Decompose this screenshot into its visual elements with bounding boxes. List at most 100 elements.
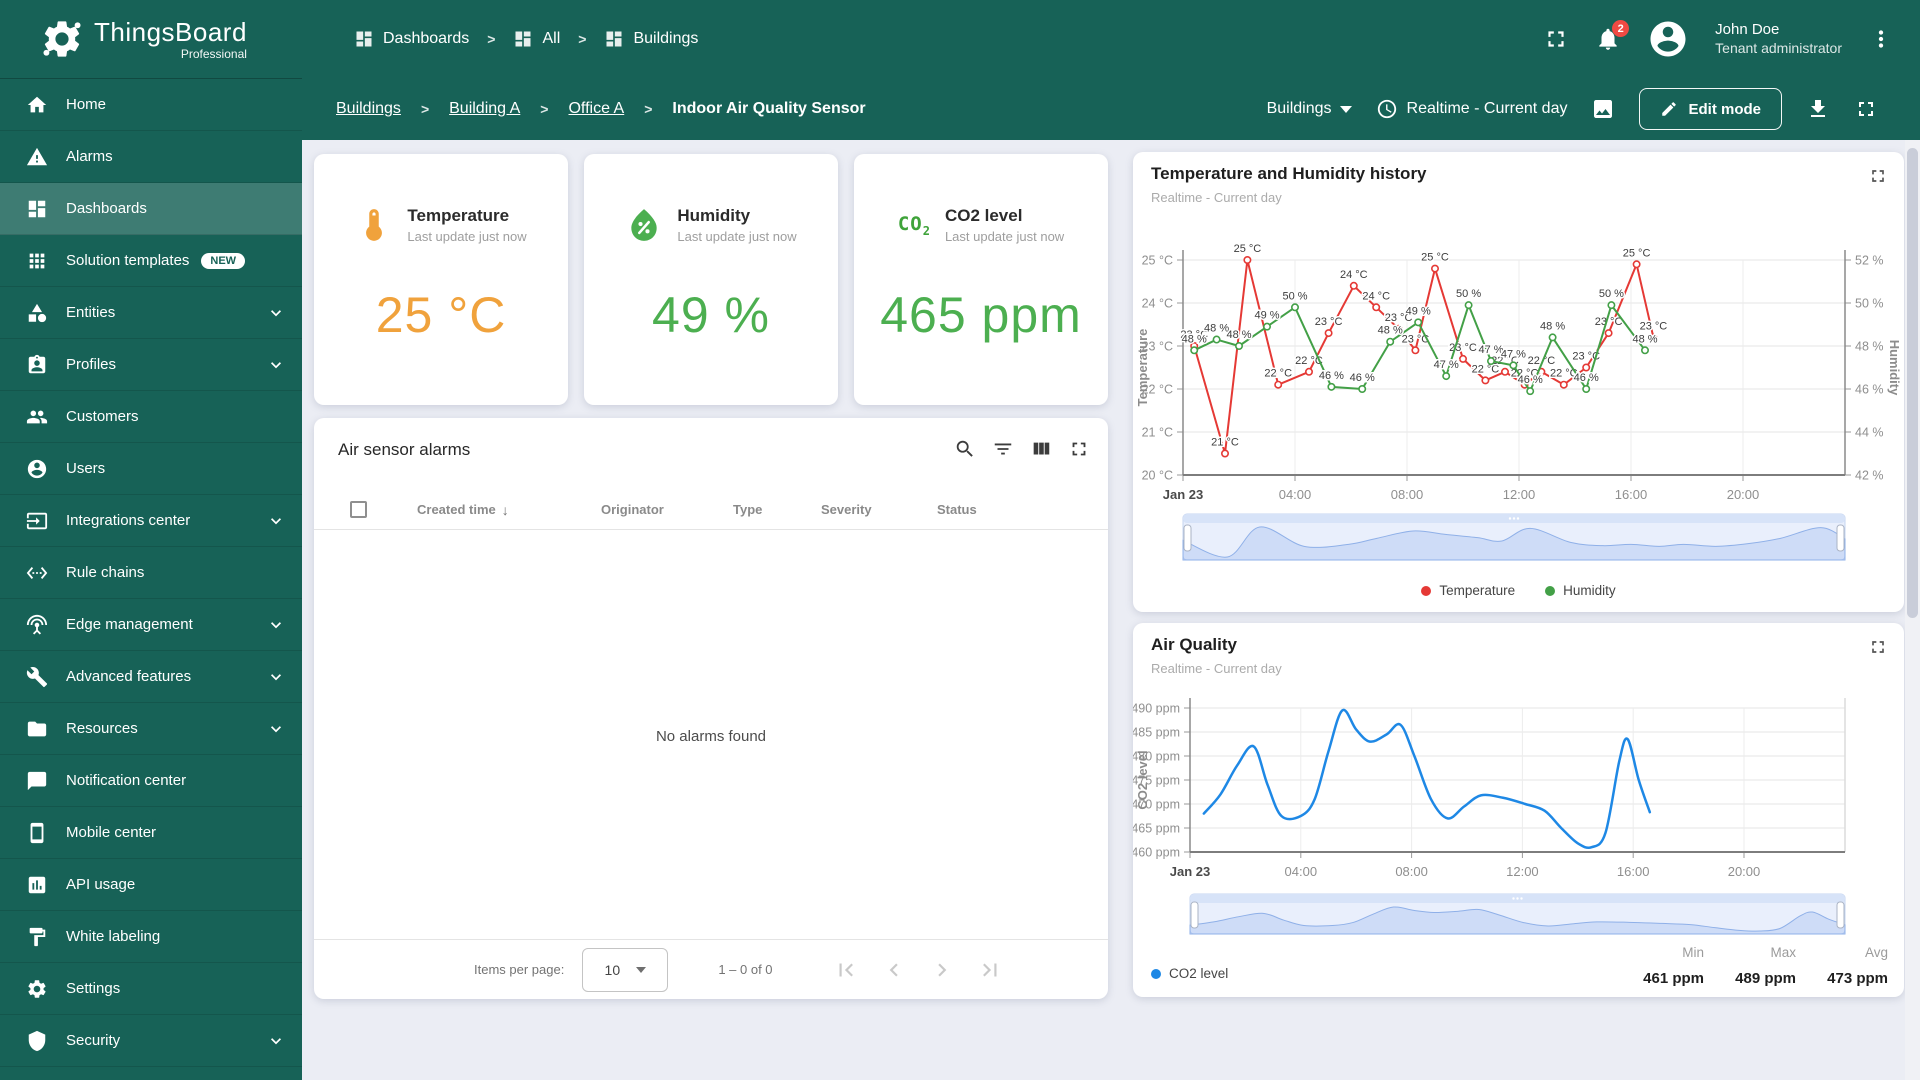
gear-icon <box>28 979 46 998</box>
co2-card[interactable]: CO2 CO2 level Last update just now 465 p… <box>854 154 1108 405</box>
badge-icon <box>28 354 46 373</box>
breadcrumb-separator: > <box>644 101 653 117</box>
dashboard-toolbar: Buildings > Building A > Office A > Indo… <box>302 78 1920 140</box>
clock-icon <box>1377 99 1396 119</box>
svg-text:46 %: 46 % <box>1319 370 1344 382</box>
timewindow-button[interactable]: Realtime - Current day <box>1376 98 1567 120</box>
notifications-bell-icon[interactable]: 2 <box>1595 20 1630 52</box>
column-created-time[interactable]: Created time ↓ <box>417 502 601 518</box>
air-sensor-alarms-widget: Air sensor alarms Created time ↓ Origina… <box>314 418 1108 999</box>
sidebar-item-resources[interactable]: Resources <box>0 703 302 755</box>
temperature-humidity-chart[interactable]: 25 °C 24 °C 23 °C 22 °C 21 °C 20 °C 52 % 50 % 48… <box>1133 152 1904 612</box>
svg-text:48 %: 48 % <box>1378 325 1403 337</box>
card-last-update: Last update just now <box>944 229 1065 244</box>
sidebar-item-label: Dashboards <box>66 200 147 217</box>
last-page-icon[interactable] <box>977 957 1003 983</box>
sidebar-item-home[interactable]: Home <box>0 79 302 131</box>
filter-icon[interactable] <box>992 438 1014 460</box>
svg-text:25 °C: 25 °C <box>1234 243 1262 255</box>
first-page-icon[interactable] <box>833 957 859 983</box>
dashboard-main: Temperature Last update just now 25 °C H… <box>302 140 1920 1080</box>
svg-text:48 %: 48 % <box>1855 340 1884 354</box>
co2-icon: CO2 <box>897 212 931 238</box>
sidebar-item-rule-chains[interactable]: Rule chains <box>0 547 302 599</box>
breadcrumb-link-office-a[interactable]: Office A <box>568 100 624 118</box>
download-icon[interactable] <box>1806 97 1830 121</box>
humidity-card[interactable]: Humidity Last update just now 49 % <box>584 154 838 405</box>
prev-page-icon[interactable] <box>881 957 907 983</box>
sidebar-item-alarms[interactable]: Alarms <box>0 131 302 183</box>
svg-text:25 °C: 25 °C <box>1421 252 1449 264</box>
columns-icon[interactable] <box>1030 438 1052 460</box>
temperature-humidity-chart-widget: Temperature and Humidity history Realtim… <box>1133 152 1904 612</box>
svg-text:25 °C: 25 °C <box>1623 247 1651 259</box>
new-badge: NEW <box>201 252 246 269</box>
sidebar-item-advanced-features[interactable]: Advanced features <box>0 651 302 703</box>
user-role: Tenant administrator <box>1715 40 1842 56</box>
column-type[interactable]: Type <box>733 502 821 517</box>
dashboard-image-icon[interactable] <box>1591 97 1615 121</box>
breadcrumb-buildings[interactable]: Buildings <box>604 29 698 49</box>
legend-item-co2[interactable]: CO2 level <box>1151 966 1228 981</box>
sidebar-item-users[interactable]: Users <box>0 443 302 495</box>
svg-text:23 °C: 23 °C <box>1315 316 1343 328</box>
items-per-page-select[interactable]: 10 <box>582 947 669 992</box>
sidebar-item-white-labeling[interactable]: White labeling <box>0 911 302 963</box>
pencil-icon <box>1662 102 1677 116</box>
user-avatar[interactable] <box>1647 18 1689 60</box>
scrollbar-thumb[interactable] <box>1907 148 1918 618</box>
sidebar-item-settings[interactable]: Settings <box>0 963 302 1015</box>
svg-text:48 %: 48 % <box>1632 333 1657 345</box>
sidebar-item-dashboards[interactable]: Dashboards <box>0 183 302 235</box>
edit-mode-button[interactable]: Edit mode <box>1639 88 1782 130</box>
sidebar-item-label: Mobile center <box>66 824 157 841</box>
sidebar-item-notification-center[interactable]: Notification center <box>0 755 302 807</box>
more-menu-icon[interactable] <box>1868 26 1894 52</box>
breadcrumb-link-building-a[interactable]: Building A <box>449 100 520 118</box>
svg-text:16:00: 16:00 <box>1617 864 1650 879</box>
sidebar-item-solution-templates[interactable]: Solution templates NEW <box>0 235 302 287</box>
co2-level-chart[interactable]: 490 ppm485 ppm480 ppm475 ppm470 ppm465 p… <box>1133 623 1904 997</box>
sidebar-item-label: White labeling <box>66 928 161 945</box>
page-scrollbar[interactable] <box>1905 140 1920 1080</box>
sidebar-item-edge-management[interactable]: Edge management <box>0 599 302 651</box>
thingsboard-app: ThingsBoard Professional Dashboards > Al… <box>0 0 1920 1080</box>
column-originator[interactable]: Originator <box>601 502 733 517</box>
svg-text:46 %: 46 % <box>1574 372 1599 384</box>
people-icon <box>26 410 48 423</box>
alarms-table-header: Created time ↓ Originator Type Severity … <box>314 490 1108 530</box>
sidebar-item-integrations-center[interactable]: Integrations center <box>0 495 302 547</box>
search-icon[interactable] <box>954 438 976 460</box>
legend-item-temperature[interactable]: Temperature <box>1421 583 1515 598</box>
svg-text:46 %: 46 % <box>1350 372 1375 384</box>
fullscreen-icon[interactable] <box>1854 97 1878 121</box>
phone-icon <box>30 822 44 843</box>
co2-value: 465 ppm <box>880 287 1082 343</box>
breadcrumb-link-buildings[interactable]: Buildings <box>336 100 401 118</box>
account-circle-icon <box>1650 21 1686 57</box>
shield-icon <box>28 1030 46 1051</box>
temperature-card[interactable]: Temperature Last update just now 25 °C <box>314 154 568 405</box>
breadcrumb-separator: > <box>487 31 496 47</box>
sidebar-item-customers[interactable]: Customers <box>0 391 302 443</box>
svg-text:12:00: 12:00 <box>1503 487 1536 502</box>
fullscreen-icon[interactable] <box>1543 26 1569 52</box>
fullscreen-icon[interactable] <box>1068 438 1090 460</box>
column-severity[interactable]: Severity <box>821 502 937 517</box>
select-all-checkbox[interactable] <box>350 501 367 518</box>
sidebar-item-entities[interactable]: Entities <box>0 287 302 339</box>
column-status[interactable]: Status <box>937 502 1027 517</box>
dashboard-icon <box>515 31 531 47</box>
entity-filter-select[interactable]: Buildings <box>1267 100 1352 118</box>
home-icon <box>27 96 47 112</box>
legend-item-humidity[interactable]: Humidity <box>1545 583 1616 598</box>
breadcrumb-dashboards[interactable]: Dashboards <box>354 29 469 49</box>
sidebar-item-api-usage[interactable]: API usage <box>0 859 302 911</box>
next-page-icon[interactable] <box>929 957 955 983</box>
sidebar-item-mobile-center[interactable]: Mobile center <box>0 807 302 859</box>
breadcrumb-all[interactable]: All <box>513 29 560 49</box>
sidebar-item-security[interactable]: Security <box>0 1015 302 1067</box>
brand-logo-block[interactable]: ThingsBoard Professional <box>0 17 302 61</box>
card-last-update: Last update just now <box>407 229 527 244</box>
sidebar-item-profiles[interactable]: Profiles <box>0 339 302 391</box>
